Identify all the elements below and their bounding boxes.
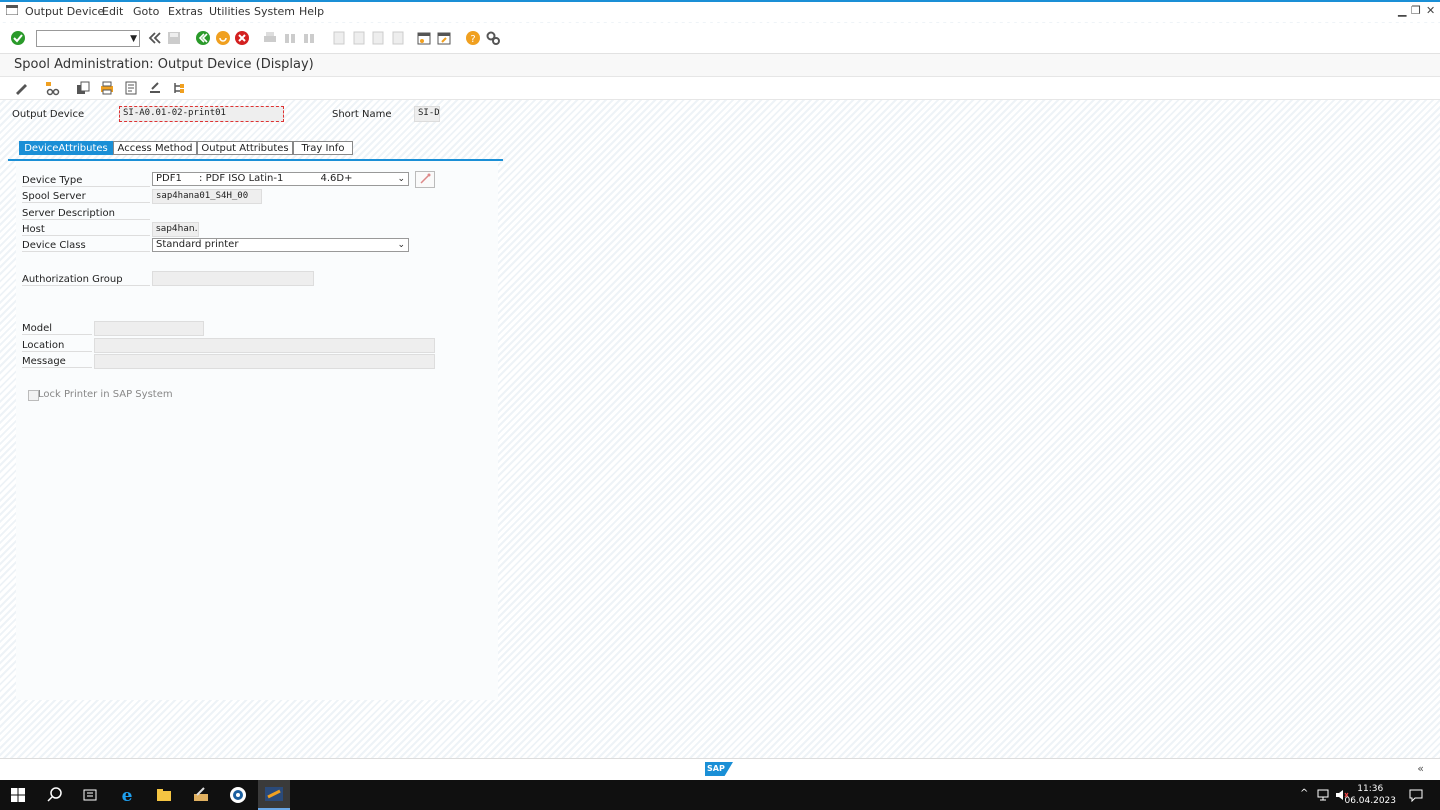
svg-text:e: e	[122, 786, 133, 804]
file-explorer-icon[interactable]	[155, 786, 173, 804]
host-label: Host	[22, 224, 150, 236]
copy-icon[interactable]	[75, 80, 91, 96]
device-type-code: PDF1	[156, 173, 182, 184]
short-name-field[interactable]: SI-D	[414, 106, 440, 122]
chevron-up-icon[interactable]: ^	[1300, 788, 1308, 799]
find-next-icon	[304, 34, 314, 43]
restore-icon[interactable]: ❐	[1411, 4, 1421, 17]
authorization-group-field[interactable]	[152, 271, 314, 286]
page-title: Spool Administration: Output Device (Dis…	[14, 57, 314, 72]
authorization-group-label: Authorization Group	[22, 274, 150, 286]
close-icon[interactable]: ✕	[1426, 4, 1435, 17]
short-name-label: Short Name	[332, 109, 392, 120]
sap-gui-taskbar-button[interactable]	[258, 780, 290, 810]
location-field[interactable]	[94, 338, 435, 353]
enter-icon[interactable]	[10, 30, 26, 46]
create-session-icon[interactable]	[416, 30, 432, 46]
menu-help[interactable]: Help	[299, 5, 324, 18]
menu-goto[interactable]: Goto	[133, 5, 159, 18]
tab-output-attributes[interactable]: Output Attributes	[197, 141, 293, 155]
device-class-select[interactable]: Standard printer ⌄	[152, 238, 409, 252]
command-input[interactable]	[37, 31, 127, 45]
next-page-icon	[372, 31, 384, 45]
tab-access-method[interactable]: Access Method	[113, 141, 197, 155]
model-label: Model	[22, 323, 92, 335]
save-icon	[168, 32, 180, 44]
app-settings-icon[interactable]	[229, 786, 247, 804]
menu-output-device[interactable]: Output Device	[25, 5, 104, 18]
back-icon[interactable]	[195, 30, 211, 46]
hierarchy-icon[interactable]	[44, 80, 60, 96]
cancel-icon[interactable]	[234, 30, 250, 46]
tools-icon[interactable]	[192, 786, 210, 804]
message-label: Message	[22, 356, 92, 368]
exit-icon[interactable]	[215, 30, 231, 46]
application-toolbar	[0, 77, 1440, 100]
edit-pencil-icon[interactable]	[13, 80, 29, 96]
output-device-label: Output Device	[12, 109, 85, 120]
find-icon	[285, 34, 295, 43]
lock-printer-label: Lock Printer in SAP System	[38, 389, 173, 400]
menu-utilities[interactable]: Utilities	[209, 5, 250, 18]
menu-extras[interactable]: Extras	[168, 5, 203, 18]
message-field[interactable]	[94, 354, 435, 369]
task-view-icon[interactable]	[81, 786, 99, 804]
host-field[interactable]: sap4han…	[152, 222, 199, 237]
sap-logo: SAP	[705, 762, 733, 776]
chevron-down-icon[interactable]: ⌄	[397, 239, 405, 251]
previous-page-icon	[353, 31, 365, 45]
help-icon[interactable]: ?	[465, 30, 481, 46]
device-class-value: Standard printer	[156, 239, 239, 250]
print-icon	[264, 32, 276, 42]
settings-icon[interactable]	[485, 30, 501, 46]
wizard-icon[interactable]	[415, 171, 435, 188]
chevron-down-icon[interactable]: ⌄	[397, 173, 405, 185]
sap-gui-icon	[265, 787, 283, 801]
menu-system[interactable]: System	[254, 5, 295, 18]
transport-icon[interactable]	[147, 80, 163, 96]
menu-icon[interactable]	[6, 5, 18, 15]
minimize-icon[interactable]: ▁	[1398, 4, 1406, 17]
clock-date: 06.04.2023	[1344, 796, 1396, 806]
device-type-label: Device Type	[22, 175, 150, 187]
spool-server-label: Spool Server	[22, 191, 150, 203]
internet-explorer-icon[interactable]: e	[118, 786, 136, 804]
title-bar: Spool Administration: Output Device (Dis…	[0, 54, 1440, 77]
status-bar: SAP «	[0, 758, 1440, 781]
menu-edit[interactable]: Edit	[102, 5, 123, 18]
device-type-version: 4.6D+	[320, 173, 353, 184]
device-class-label: Device Class	[22, 240, 150, 252]
notifications-icon[interactable]	[1409, 788, 1423, 802]
model-field[interactable]	[94, 321, 204, 336]
taskbar-clock[interactable]: 11:36 06.04.2023	[1344, 783, 1396, 807]
device-type-select[interactable]: PDF1 : PDF ISO Latin-1 4.6D+ ⌄	[152, 172, 409, 186]
output-device-field[interactable]: SI-A0.01-02-print01	[119, 106, 284, 122]
info-icon[interactable]	[123, 80, 139, 96]
shortcut-icon[interactable]	[436, 30, 452, 46]
tab-tray-info[interactable]: Tray Info	[293, 141, 353, 155]
back-nav-icon[interactable]	[146, 30, 162, 46]
clock-time: 11:36	[1357, 784, 1384, 794]
tree-icon[interactable]	[171, 80, 187, 96]
spool-server-field[interactable]: sap4hana01_S4H_00	[152, 189, 262, 204]
device-type-desc: : PDF ISO Latin-1	[199, 173, 284, 184]
print-icon[interactable]	[99, 80, 115, 96]
windows-taskbar: e ^ 11:36 06.04.2023	[0, 780, 1440, 810]
first-page-icon	[333, 31, 345, 45]
location-label: Location	[22, 340, 92, 352]
svg-text:?: ?	[470, 34, 475, 45]
menu-bar: Output Device Edit Goto Extras Utilities…	[0, 2, 1440, 22]
tab-device-attributes[interactable]: DeviceAttributes	[19, 141, 113, 155]
search-icon[interactable]	[46, 786, 64, 804]
system-toolbar: ▼ ?	[0, 23, 1440, 54]
server-description-label: Server Description	[22, 208, 150, 220]
chevron-down-icon[interactable]: ▼	[130, 34, 137, 44]
network-icon[interactable]	[1316, 789, 1330, 801]
windows-start-icon[interactable]	[11, 788, 25, 802]
last-page-icon	[392, 31, 404, 45]
command-field[interactable]: ▼	[36, 30, 140, 47]
collapse-status-icon[interactable]: «	[1417, 762, 1424, 775]
